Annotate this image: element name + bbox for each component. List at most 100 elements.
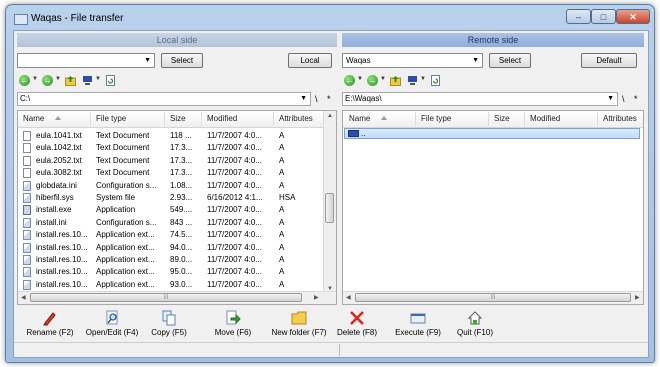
cell-size: 74.5... <box>170 230 193 240</box>
local-file-list[interactable]: Name File type Size Modified Attributes … <box>17 110 337 305</box>
remote-horizontal-scrollbar[interactable]: ◀ ||| ▶ <box>343 291 643 304</box>
forward-icon[interactable]: → <box>367 75 378 86</box>
cell-type: Application ext... <box>96 242 155 252</box>
new-folder-button[interactable]: New folder (F7) <box>269 310 329 340</box>
chevron-down-icon: ▼ <box>144 57 151 64</box>
separator-button[interactable]: \ <box>622 92 625 106</box>
remote-location-button[interactable]: Default <box>581 53 637 68</box>
local-drive-dropdown[interactable]: ▼ <box>17 53 155 68</box>
remote-file-list[interactable]: Name File type Size Modified Attributes … <box>342 110 644 305</box>
table-row[interactable]: eula.2052.txt Text Document 17.3... 11/7/20… <box>18 155 318 167</box>
cell-size: 1.08... <box>170 180 193 190</box>
scroll-left-icon[interactable]: ◀ <box>346 294 351 301</box>
table-row[interactable]: install.res.10... Application ext... 94.0.… <box>18 242 318 254</box>
column-size[interactable]: Size <box>494 114 510 123</box>
column-file-type[interactable]: File type <box>421 114 451 123</box>
local-horizontal-scrollbar[interactable]: ◀ ||| ▶ <box>18 291 336 304</box>
refresh-icon[interactable] <box>105 75 116 86</box>
column-size[interactable]: Size <box>170 114 186 123</box>
forward-dropdown-icon[interactable]: ▼ <box>55 76 61 82</box>
table-row[interactable]: install.ini Configuration s... 843 ... 11/7… <box>18 217 318 229</box>
text-file-icon <box>23 143 31 154</box>
network-drive-icon[interactable] <box>407 75 418 86</box>
cell-size: 95.0... <box>170 267 193 277</box>
local-select-button[interactable]: Select <box>161 53 203 68</box>
cell-attr: A <box>279 279 285 289</box>
refresh-icon[interactable] <box>430 75 441 86</box>
local-location-button[interactable]: Local <box>288 53 332 68</box>
chevron-down-icon: ▼ <box>300 95 307 102</box>
table-row[interactable]: install.res.10... Application ext... 74.5.… <box>18 229 318 241</box>
bookmark-star-button[interactable]: * <box>327 92 331 106</box>
open-edit-button[interactable]: Open/Edit (F4) <box>83 310 141 340</box>
back-dropdown-icon[interactable]: ▼ <box>357 76 363 82</box>
local-path-input[interactable]: C:\ ▼ <box>17 92 311 106</box>
table-row[interactable]: install.exe Application 549.... 11/7/2007 4… <box>18 204 318 216</box>
local-vertical-scrollbar[interactable]: ▲ ▼ <box>323 111 336 294</box>
bookmark-star-button[interactable]: * <box>634 92 638 106</box>
local-horizontal-scroll-thumb[interactable]: ||| <box>30 293 302 302</box>
table-row[interactable]: install.res.10... Application ext... 93.0.… <box>18 279 318 291</box>
network-drive-icon[interactable] <box>82 75 93 86</box>
maximize-button[interactable]: □ <box>591 9 616 24</box>
column-name[interactable]: Name <box>349 114 370 123</box>
sort-ascending-icon <box>55 116 61 120</box>
separator-button[interactable]: \ <box>315 92 318 106</box>
column-file-type[interactable]: File type <box>96 114 126 123</box>
column-modified[interactable]: Modified <box>530 114 560 123</box>
column-name[interactable]: Name <box>23 114 44 123</box>
table-row[interactable]: hiberfil.sys System file 2.93... 6/16/2012 … <box>18 192 318 204</box>
table-row[interactable]: eula.3082.txt Text Document 17.3... 11/7/20… <box>18 167 318 179</box>
delete-x-icon <box>350 311 364 325</box>
forward-icon[interactable]: → <box>42 75 53 86</box>
move-button[interactable]: Move (F6) <box>212 310 254 340</box>
copy-button[interactable]: Copy (F5) <box>148 310 190 340</box>
forward-dropdown-icon[interactable]: ▼ <box>380 76 386 82</box>
back-icon[interactable]: ← <box>19 75 30 86</box>
application-icon <box>23 205 31 216</box>
config-file-icon <box>23 180 31 191</box>
table-row[interactable]: globdata.ini Configuration s... 1.08... 11/… <box>18 180 318 192</box>
delete-label: Delete (F8) <box>336 328 377 337</box>
delete-button[interactable]: Delete (F8) <box>334 310 380 340</box>
remote-horizontal-scroll-thumb[interactable]: ||| <box>355 293 631 302</box>
close-button[interactable]: ✕ <box>616 9 650 24</box>
new-folder-label: New folder (F7) <box>271 328 327 337</box>
drive-dropdown-icon[interactable]: ▼ <box>95 76 101 82</box>
up-folder-icon[interactable] <box>390 75 401 86</box>
cell-name: install.res.10... <box>36 242 88 252</box>
remote-selected-row[interactable]: .. <box>344 128 640 139</box>
local-vertical-scroll-thumb[interactable] <box>325 193 334 223</box>
scroll-up-icon[interactable]: ▲ <box>327 113 333 119</box>
client-area: Local side ▼ Select Local ← ▼ → ▼ ▼ C:\ … <box>13 30 649 358</box>
drive-dropdown-icon[interactable]: ▼ <box>420 76 426 82</box>
table-row[interactable]: install.res.10... Application ext... 89.0.… <box>18 254 318 266</box>
remote-path-input[interactable]: E:\Waqas\ ▼ <box>342 92 618 106</box>
cell-name: install.res.10... <box>36 230 88 240</box>
cell-size: 2.93... <box>170 193 193 202</box>
table-row[interactable]: eula.1041.txt Text Document 118 ... 11/7/20… <box>18 130 318 142</box>
cell-modified: 6/16/2012 4:1... <box>207 193 263 202</box>
up-folder-icon[interactable] <box>65 75 76 86</box>
remote-row-name: .. <box>361 129 366 138</box>
quit-button[interactable]: Quit (F10) <box>454 310 496 340</box>
back-dropdown-icon[interactable]: ▼ <box>32 76 38 82</box>
minimize-button[interactable]: – <box>566 9 591 24</box>
scroll-right-icon[interactable]: ▶ <box>314 294 319 301</box>
column-attributes[interactable]: Attributes <box>603 114 637 123</box>
cell-size: 89.0... <box>170 255 193 264</box>
back-icon[interactable]: ← <box>344 75 355 86</box>
column-divider <box>524 112 525 126</box>
remote-select-button[interactable]: Select <box>489 53 531 68</box>
table-row[interactable]: install.res.10... Application ext... 95.0.… <box>18 266 318 278</box>
remote-host-dropdown[interactable]: Waqas ▼ <box>342 53 483 68</box>
remote-pane: Remote side Waqas ▼ Select Default ← ▼ →… <box>342 31 644 307</box>
column-attributes[interactable]: Attributes <box>279 114 313 123</box>
column-divider <box>164 112 165 126</box>
scroll-left-icon[interactable]: ◀ <box>21 294 26 301</box>
execute-button[interactable]: Execute (F9) <box>392 310 444 340</box>
scroll-right-icon[interactable]: ▶ <box>635 294 640 301</box>
table-row[interactable]: eula.1042.txt Text Document 17.3... 11/7/20… <box>18 142 318 154</box>
column-modified[interactable]: Modified <box>207 114 237 123</box>
rename-button[interactable]: Rename (F2) <box>24 310 76 340</box>
